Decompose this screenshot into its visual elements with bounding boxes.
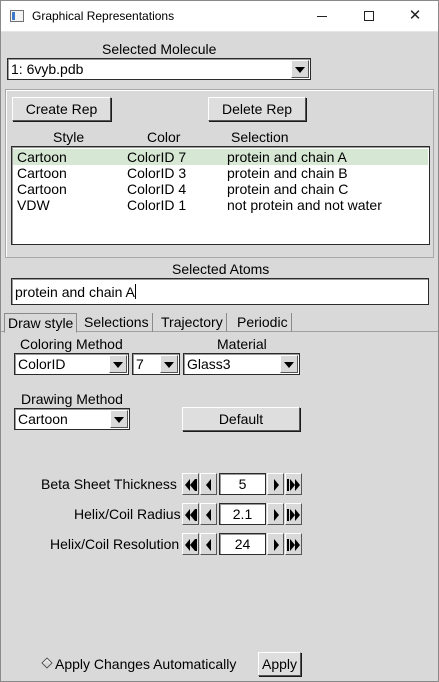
chevron-down-icon[interactable]	[280, 355, 298, 373]
helix-coil-resolution-label: Helix/Coil Resolution	[50, 536, 180, 552]
close-icon: ✕	[408, 7, 422, 24]
minimize-icon	[317, 15, 327, 17]
decrease-fast-button[interactable]	[182, 473, 199, 495]
right-arrow-icon	[274, 509, 279, 521]
rep-style: Cartoon	[17, 149, 67, 165]
material-value: Glass3	[187, 356, 231, 372]
tab-selections[interactable]: Selections	[81, 313, 153, 332]
beta-sheet-thickness-spinner: 5	[182, 473, 302, 495]
rep-color: ColorID 4	[127, 181, 187, 197]
drawing-method-label: Drawing Method	[21, 391, 123, 407]
apply-automatically-label[interactable]: Apply Changes Automatically	[55, 656, 236, 672]
left-arrow-icon	[206, 539, 211, 551]
rep-row[interactable]: Cartoon ColorID 7 protein and chain A	[13, 149, 428, 165]
color-id-value: 7	[136, 356, 144, 372]
rep-row[interactable]: VDW ColorID 1 not protein and not water	[13, 197, 428, 213]
minimize-button[interactable]	[299, 1, 345, 32]
close-button[interactable]: ✕	[392, 1, 438, 32]
default-button[interactable]: Default	[182, 407, 300, 431]
helix-coil-resolution-value[interactable]: 24	[219, 533, 266, 555]
tab-trajectory[interactable]: Trajectory	[158, 313, 227, 332]
maximize-icon	[364, 11, 374, 22]
increase-fast-button[interactable]	[285, 533, 302, 555]
drawing-method-select[interactable]: Cartoon	[14, 408, 130, 430]
rep-row[interactable]: Cartoon ColorID 3 protein and chain B	[13, 165, 428, 181]
beta-sheet-thickness-value[interactable]: 5	[219, 473, 266, 495]
material-select[interactable]: Glass3	[183, 353, 300, 375]
representations-list[interactable]: Cartoon ColorID 7 protein and chain A Ca…	[11, 146, 430, 245]
selected-atoms-input[interactable]: protein and chain A	[11, 278, 429, 305]
coloring-method-label: Coloring Method	[20, 336, 123, 352]
decrease-fast-button[interactable]	[182, 503, 199, 525]
coloring-method-value: ColorID	[18, 356, 66, 372]
decrease-button[interactable]	[200, 533, 217, 555]
beta-sheet-thickness-label: Beta Sheet Thickness	[41, 476, 177, 492]
increase-button[interactable]	[267, 473, 284, 495]
column-header-selection[interactable]: Selection	[231, 129, 289, 145]
chevron-down-icon[interactable]	[109, 355, 127, 373]
selected-molecule-label: Selected Molecule	[102, 41, 217, 57]
left-arrow-icon	[206, 509, 211, 521]
rep-style: Cartoon	[17, 181, 67, 197]
increase-fast-button[interactable]	[285, 503, 302, 525]
color-id-select[interactable]: 7	[132, 353, 180, 375]
helix-coil-radius-value[interactable]: 2.1	[219, 503, 266, 525]
graphical-representations-window: Graphical Representations ✕ Selected Mol…	[0, 0, 439, 682]
app-icon	[10, 10, 24, 22]
rep-color: ColorID 7	[127, 149, 187, 165]
left-arrow-icon	[206, 479, 211, 491]
tab-periodic[interactable]: Periodic	[234, 313, 292, 332]
rep-color: ColorID 3	[127, 165, 187, 181]
material-label: Material	[217, 336, 267, 352]
coloring-method-select[interactable]: ColorID	[14, 353, 129, 375]
chevron-down-icon[interactable]	[160, 355, 178, 373]
column-header-color[interactable]: Color	[147, 129, 180, 145]
selected-atoms-value: protein and chain A	[15, 284, 135, 300]
helix-coil-resolution-spinner: 24	[182, 533, 302, 555]
text-caret	[134, 284, 136, 299]
selected-atoms-label: Selected Atoms	[172, 261, 270, 277]
molecule-select-value: 1: 6vyb.pdb	[11, 61, 84, 77]
rep-row[interactable]: Cartoon ColorID 4 protein and chain C	[13, 181, 428, 197]
apply-automatically-checkbox[interactable]	[41, 657, 53, 669]
window-title: Graphical Representations	[32, 9, 175, 23]
tab-draw-style[interactable]: Draw style	[4, 313, 78, 333]
chevron-down-icon[interactable]	[291, 60, 309, 78]
helix-coil-radius-spinner: 2.1	[182, 503, 302, 525]
decrease-button[interactable]	[200, 503, 217, 525]
decrease-button[interactable]	[200, 473, 217, 495]
apply-button[interactable]: Apply	[258, 652, 301, 676]
rep-style: VDW	[17, 197, 50, 213]
helix-coil-radius-label: Helix/Coil Radius	[74, 506, 181, 522]
title-bar: Graphical Representations ✕	[1, 1, 438, 32]
increase-fast-button[interactable]	[285, 473, 302, 495]
right-arrow-icon	[274, 479, 279, 491]
chevron-down-icon[interactable]	[110, 410, 128, 428]
increase-button[interactable]	[267, 533, 284, 555]
decrease-fast-button[interactable]	[182, 533, 199, 555]
rep-style: Cartoon	[17, 165, 67, 181]
molecule-select[interactable]: 1: 6vyb.pdb	[7, 58, 311, 80]
drawing-method-value: Cartoon	[18, 411, 68, 427]
maximize-button[interactable]	[346, 1, 392, 32]
rep-selection: not protein and not water	[227, 197, 382, 213]
rep-selection: protein and chain A	[227, 149, 347, 165]
create-rep-button[interactable]: Create Rep	[12, 97, 111, 121]
increase-button[interactable]	[267, 503, 284, 525]
rep-selection: protein and chain B	[227, 165, 348, 181]
delete-rep-button[interactable]: Delete Rep	[208, 97, 306, 121]
right-arrow-icon	[274, 539, 279, 551]
column-header-style[interactable]: Style	[53, 129, 84, 145]
rep-color: ColorID 1	[127, 197, 187, 213]
rep-selection: protein and chain C	[227, 181, 349, 197]
